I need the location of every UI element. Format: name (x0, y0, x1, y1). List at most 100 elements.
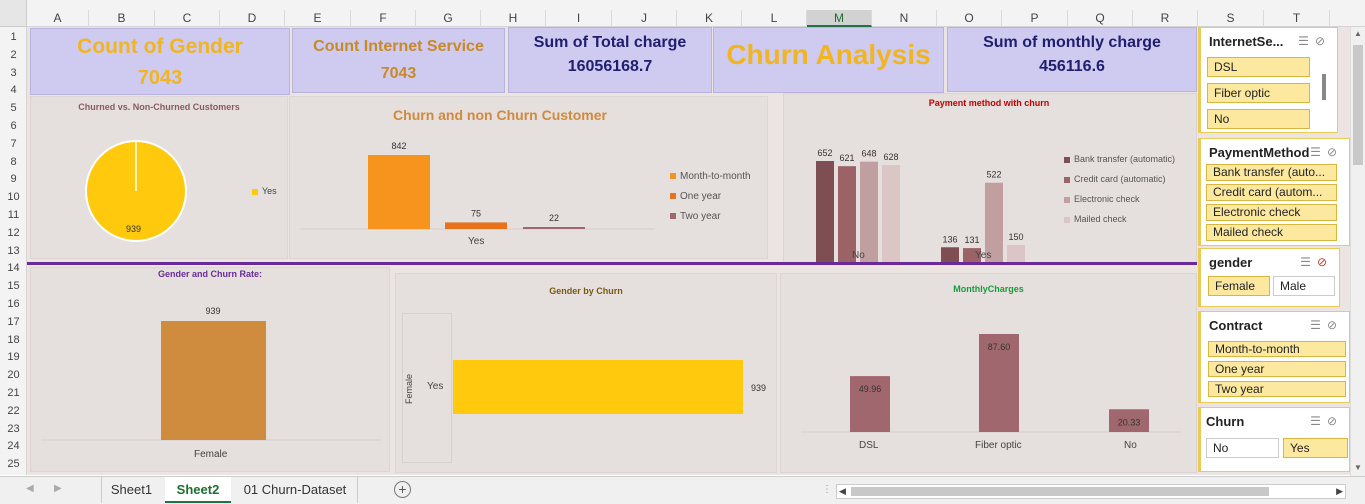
slicer-item-one-year[interactable]: One year (1208, 361, 1346, 377)
multiselect-icon[interactable]: ☰ (1310, 414, 1327, 428)
scrollbar-thumb[interactable] (1353, 45, 1363, 165)
slicer-item-electronic-check[interactable]: Electronic check (1206, 204, 1337, 221)
hscroll-right-icon[interactable]: ▶ (1336, 485, 1343, 498)
column-header-d[interactable]: D (220, 10, 285, 27)
slicer-item-male[interactable]: Male (1273, 276, 1335, 296)
column-header-l[interactable]: L (742, 10, 807, 27)
scroll-up-icon[interactable]: ▲ (1354, 29, 1362, 38)
row-header-1[interactable]: 1 (0, 29, 27, 45)
column-header-f[interactable]: F (351, 10, 416, 27)
hscroll-thumb[interactable] (851, 487, 1269, 496)
row-header-6[interactable]: 6 (0, 118, 27, 134)
slicer-gender[interactable]: gender ☰⊘ Female Male (1198, 248, 1340, 307)
slicer-scrollbar[interactable] (1322, 74, 1326, 100)
multiselect-icon[interactable]: ☰ (1298, 34, 1315, 48)
row-header-3[interactable]: 3 (0, 65, 27, 81)
slicer-item-no[interactable]: No (1207, 109, 1310, 129)
column-header-a[interactable]: A (27, 10, 89, 27)
select-all-corner[interactable] (0, 0, 27, 27)
row-header-15[interactable]: 15 (0, 278, 27, 294)
row-header-2[interactable]: 2 (0, 47, 27, 63)
row-header-17[interactable]: 17 (0, 314, 27, 330)
hscroll-divider-icon[interactable]: ⋮ (822, 484, 832, 495)
row-header-18[interactable]: 18 (0, 332, 27, 348)
clear-filter-icon[interactable]: ⊘ (1327, 145, 1343, 159)
slicer-item-fiber-optic[interactable]: Fiber optic (1207, 83, 1310, 103)
gender-churn-panel[interactable]: Gender by Churn Female Yes 939 (395, 273, 777, 473)
column-header-c[interactable]: C (155, 10, 220, 27)
contract-chart-panel[interactable]: Churn and non Churn Customer 842 75 22 Yes… (289, 96, 768, 259)
row-header-9[interactable]: 9 (0, 171, 27, 187)
column-header-e[interactable]: E (285, 10, 351, 27)
column-header-b[interactable]: B (89, 10, 155, 27)
multiselect-icon[interactable]: ☰ (1300, 255, 1317, 269)
slicer-item-month-to-month[interactable]: Month-to-month (1208, 341, 1346, 357)
payment-legend-label: Electronic check (1074, 194, 1140, 204)
tab-churn-dataset[interactable]: 01 Churn-Dataset (233, 477, 358, 503)
row-header-4[interactable]: 4 (0, 82, 27, 98)
column-header-j[interactable]: J (612, 10, 677, 27)
row-header-12[interactable]: 12 (0, 225, 27, 241)
row-header-5[interactable]: 5 (0, 100, 27, 116)
row-header-21[interactable]: 21 (0, 385, 27, 401)
tab-sheet2[interactable]: Sheet2 (165, 477, 231, 503)
column-header-m[interactable]: M (807, 10, 872, 27)
tab-sheet1[interactable]: Sheet1 (101, 477, 161, 503)
column-header-o[interactable]: O (937, 10, 1002, 27)
payment-group-label: No (852, 250, 865, 261)
clear-filter-icon[interactable]: ⊘ (1327, 414, 1343, 428)
row-header-13[interactable]: 13 (0, 243, 27, 259)
column-header-q[interactable]: Q (1068, 10, 1133, 27)
multiselect-icon[interactable]: ☰ (1310, 145, 1327, 159)
column-header-i[interactable]: I (546, 10, 612, 27)
row-header-19[interactable]: 19 (0, 349, 27, 365)
row-header-14[interactable]: 14 (0, 260, 27, 276)
slicer-item-two-year[interactable]: Two year (1208, 381, 1346, 397)
column-header-k[interactable]: K (677, 10, 742, 27)
vertical-scrollbar[interactable]: ▲ ▼ (1350, 27, 1365, 476)
row-header-20[interactable]: 20 (0, 367, 27, 383)
slicer-item-dsl[interactable]: DSL (1207, 57, 1310, 77)
clear-filter-icon[interactable]: ⊘ (1315, 34, 1331, 48)
column-header-r[interactable]: R (1133, 10, 1198, 27)
column-header-s[interactable]: S (1198, 10, 1264, 27)
row-header-10[interactable]: 10 (0, 189, 27, 205)
pie-chart-panel[interactable]: Churned vs. Non-Churned Customers 939 Ye… (30, 96, 288, 259)
row-header-16[interactable]: 16 (0, 296, 27, 312)
clear-filter-icon[interactable]: ⊘ (1317, 255, 1333, 269)
slicer-item-credit-card[interactable]: Credit card (autom... (1206, 184, 1337, 201)
clear-filter-icon[interactable]: ⊘ (1327, 318, 1343, 332)
horizontal-scrollbar[interactable]: ◀ ▶ (836, 484, 1346, 499)
row-header-8[interactable]: 8 (0, 154, 27, 170)
slicer-payment-method[interactable]: PaymentMethod ☰⊘ Bank transfer (auto... … (1198, 138, 1350, 246)
hscroll-left-icon[interactable]: ◀ (839, 485, 846, 498)
slicer-internet-service[interactable]: InternetSe... ☰⊘ DSL Fiber optic No (1198, 27, 1338, 133)
column-header-p[interactable]: P (1002, 10, 1068, 27)
column-header-g[interactable]: G (416, 10, 481, 27)
slicer-item-bank-transfer[interactable]: Bank transfer (auto... (1206, 164, 1337, 181)
row-header-24[interactable]: 24 (0, 438, 27, 454)
column-header-h[interactable]: H (481, 10, 546, 27)
slicer-contract[interactable]: Contract ☰⊘ Month-to-month One year Two … (1198, 311, 1350, 403)
scroll-down-icon[interactable]: ▼ (1354, 463, 1362, 472)
pie-legend-item: Yes (252, 186, 277, 196)
column-header-t[interactable]: T (1264, 10, 1330, 27)
gender-rate-panel[interactable]: Gender and Churn Rate: 939 Female (30, 267, 390, 472)
row-header-11[interactable]: 11 (0, 207, 27, 223)
slicer-item-mailed-check[interactable]: Mailed check (1206, 224, 1337, 241)
add-sheet-icon[interactable]: + (394, 481, 411, 498)
row-header-7[interactable]: 7 (0, 136, 27, 152)
tab-scroll-left-icon[interactable]: ◀ (26, 483, 34, 494)
slicer-item-female[interactable]: Female (1208, 276, 1270, 296)
slicer-churn[interactable]: Churn ☰⊘ No Yes (1198, 407, 1350, 472)
column-header-n[interactable]: N (872, 10, 937, 27)
row-header-25[interactable]: 25 (0, 456, 27, 472)
monthly-chart-panel[interactable]: MonthlyCharges 49.96 87.60 20.33 DSL Fiber… (780, 273, 1197, 473)
payment-chart-panel[interactable]: Payment method with churn 652 621 648 628 13… (783, 93, 1197, 264)
slicer-item-churn-no[interactable]: No (1206, 438, 1279, 458)
tab-scroll-right-icon[interactable]: ▶ (54, 483, 62, 494)
multiselect-icon[interactable]: ☰ (1310, 318, 1327, 332)
row-header-22[interactable]: 22 (0, 403, 27, 419)
slicer-item-churn-yes[interactable]: Yes (1283, 438, 1348, 458)
row-header-23[interactable]: 23 (0, 421, 27, 437)
